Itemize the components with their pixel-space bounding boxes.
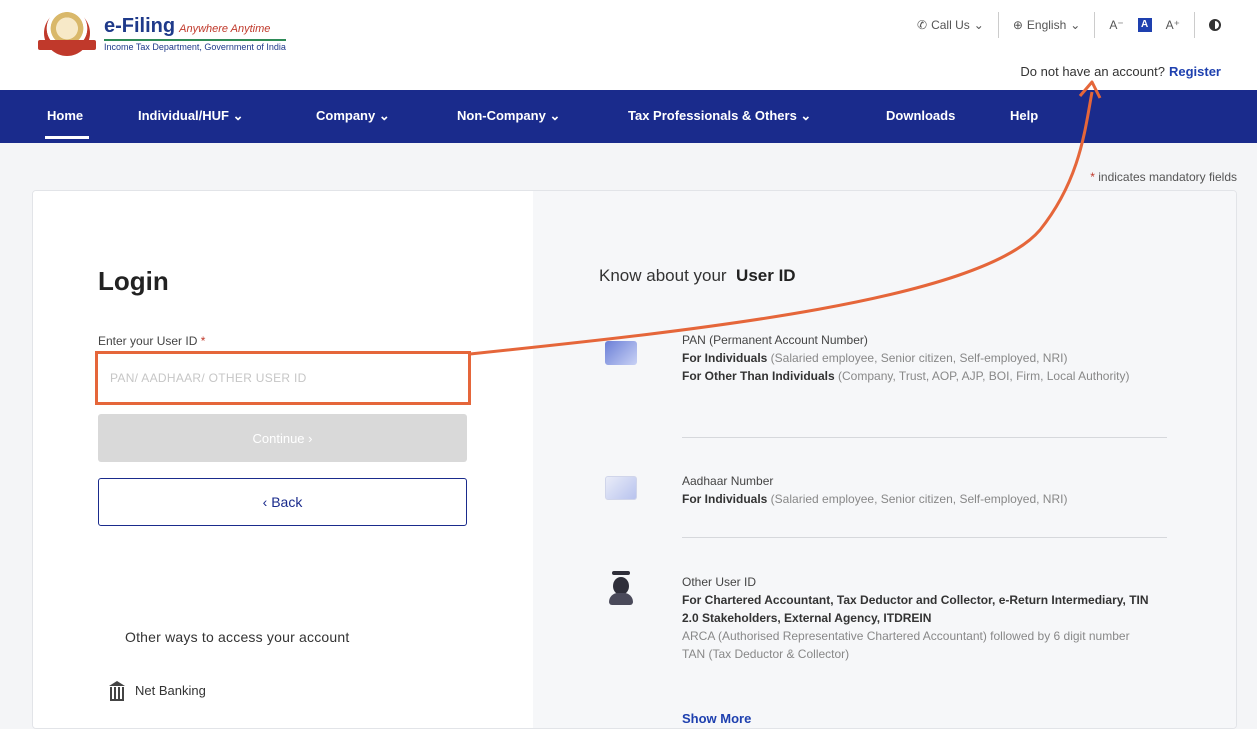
net-banking-option[interactable]: Net Banking (109, 681, 206, 701)
phone-icon: ✆ (917, 18, 928, 32)
font-default-button[interactable]: A (1137, 18, 1152, 32)
nav-individual-huf[interactable]: Individual/HUF ⌄ (138, 108, 244, 124)
call-us-dropdown[interactable]: ✆ Call Us ⌄ (903, 18, 998, 32)
pan-info: PAN (Permanent Account Number) For Indiv… (682, 333, 1130, 383)
nav-company[interactable]: Company ⌄ (316, 108, 390, 124)
nav-help[interactable]: Help (1010, 108, 1038, 123)
show-more-link[interactable]: Show More (682, 711, 751, 726)
user-id-label: Enter your User ID * (98, 334, 206, 348)
font-decrease-button[interactable]: A⁻ (1109, 18, 1123, 32)
contrast-toggle-icon[interactable] (1209, 19, 1221, 31)
login-title: Login (98, 266, 169, 296)
know-title: Know about your User ID (599, 266, 796, 285)
register-link[interactable]: Register (1169, 64, 1221, 79)
other-user-id-info: Other User ID For Chartered Accountant, … (682, 575, 1149, 661)
other-user-icon (605, 571, 637, 605)
brand-tagline: Anywhere Anytime (179, 22, 271, 35)
utility-bar: ✆ Call Us ⌄ ⊕ English ⌄ A⁻ A A⁺ (903, 12, 1235, 38)
nav-home[interactable]: Home (44, 108, 90, 139)
main-nav: Home Individual/HUF ⌄ Company ⌄ Non-Comp… (0, 90, 1257, 143)
user-id-info: Know about your User ID PAN (Permanent A… (533, 191, 1236, 728)
nav-tax-professionals[interactable]: Tax Professionals & Others ⌄ (628, 108, 811, 124)
brand-title: e-Filing (104, 14, 176, 37)
brand-subtitle: Income Tax Department, Government of Ind… (104, 38, 286, 52)
globe-icon: ⊕ (1012, 18, 1023, 32)
back-button[interactable]: ‹ Back (98, 478, 467, 526)
aadhaar-info: Aadhaar Number For Individuals (Salaried… (682, 474, 1068, 506)
mandatory-note: * indicates mandatory fields (1090, 170, 1237, 184)
nav-downloads[interactable]: Downloads (886, 108, 955, 123)
language-dropdown[interactable]: ⊕ English ⌄ (999, 18, 1094, 32)
user-id-input[interactable] (95, 351, 471, 405)
efiling-logo[interactable]: e-Filing Anywhere Anytime Income Tax Depa… (38, 10, 286, 56)
font-increase-button[interactable]: A⁺ (1166, 18, 1180, 32)
other-ways-heading: Other ways to access your account (125, 629, 350, 645)
bank-icon (109, 681, 125, 701)
login-panel: Login Enter your User ID * Continue › ‹ … (32, 190, 1237, 729)
continue-button[interactable]: Continue › (98, 414, 467, 462)
nav-non-company[interactable]: Non-Company ⌄ (457, 108, 560, 124)
government-emblem-icon (38, 10, 96, 56)
chevron-down-icon: ⌄ (973, 18, 984, 32)
register-prompt: Do not have an account? Register (1020, 64, 1221, 79)
top-header: e-Filing Anywhere Anytime Income Tax Depa… (0, 0, 1257, 90)
login-form: Login Enter your User ID * Continue › ‹ … (33, 191, 533, 728)
aadhaar-card-icon (605, 476, 637, 500)
chevron-down-icon: ⌄ (1070, 18, 1081, 32)
pan-card-icon (605, 341, 637, 365)
